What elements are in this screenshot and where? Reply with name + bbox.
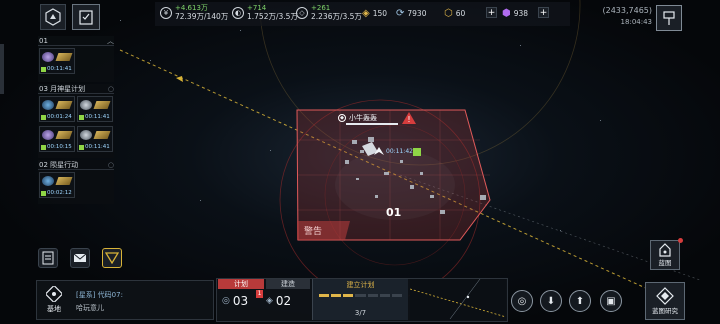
energy-icon: ⟳ — [396, 8, 405, 19]
ore-icon — [93, 131, 111, 139]
folder-icon: ▣ — [606, 295, 616, 307]
planet-icon — [42, 100, 54, 110]
task-slot[interactable]: 00:02:12 — [39, 172, 75, 198]
planet-icon — [80, 130, 92, 140]
zone-id[interactable]: 01 — [386, 206, 401, 219]
alliance-button[interactable] — [102, 248, 122, 268]
plan-badge: 1 — [256, 290, 263, 298]
gold-resource[interactable]: ⬡ 60 — [444, 8, 465, 19]
mail-log-button[interactable] — [38, 248, 58, 268]
bookmark-button[interactable] — [656, 5, 682, 31]
task-slot[interactable]: 00:11:41 — [77, 96, 113, 122]
ore-icon — [55, 131, 73, 139]
tasks-button[interactable] — [72, 4, 100, 30]
research-emblem-icon — [656, 287, 674, 305]
svg-text:!: ! — [407, 115, 410, 124]
fuel-resource[interactable]: ◈ 150 — [362, 8, 387, 19]
hexagon-icon — [45, 8, 61, 26]
fleet-label[interactable]: ◆ 小牛轰轰 — [338, 113, 377, 123]
chat-channel[interactable]: [星系] 代码07: — [76, 290, 123, 300]
radar-icon: ◎ — [517, 295, 527, 307]
task-section-02[interactable]: 02 陨星行动 ○ 00:02:12 — [38, 160, 114, 204]
fleet-status-icon — [413, 148, 421, 156]
premium-gem-icon: ⬢ — [502, 8, 511, 19]
arrow-down-icon: ⬇ — [546, 295, 556, 307]
base-icon — [46, 286, 62, 302]
scan-button[interactable]: ◎ — [511, 290, 533, 312]
create-plan-panel[interactable]: 建立计划 3/7 — [312, 279, 408, 320]
fuel-icon: ◈ — [362, 8, 370, 19]
base-button[interactable]: 基地 — [38, 282, 70, 318]
storage-button[interactable]: ▣ — [600, 290, 622, 312]
envelope-icon — [73, 253, 87, 262]
ore-icon — [55, 53, 73, 61]
collapse-icon[interactable]: ︿ — [107, 36, 114, 45]
task-slot[interactable]: 00:11:41 — [77, 126, 113, 152]
signpost-icon — [663, 11, 675, 25]
task-slot[interactable]: 00:11:41 — [39, 48, 75, 74]
task-slot[interactable]: 00:01:24 — [39, 96, 75, 122]
chat-message[interactable]: 哈玩意儿 — [76, 303, 104, 313]
planet-icon — [42, 176, 54, 186]
planet-icon — [42, 130, 54, 140]
credits-icon: ¥ — [160, 6, 172, 19]
document-icon — [42, 251, 54, 265]
plan-count[interactable]: ◎ 03 — [222, 294, 248, 308]
clock: 18:04:43 — [620, 18, 652, 26]
gold-icon: ⬡ — [444, 8, 453, 19]
plan-icon: ◎ — [222, 296, 230, 306]
task-section-03[interactable]: 03 月神星计划 ○ 00:01:24 00:11:41 00:10:15 00:… — [38, 84, 114, 158]
ore-icon — [55, 177, 73, 185]
blueprint-research-button[interactable]: 蓝图研究 — [645, 282, 685, 320]
minimap[interactable] — [410, 279, 506, 320]
plan-progress-bar — [319, 294, 402, 297]
credits-resource[interactable]: ¥ +4.613万 72.39万/140万 — [160, 4, 228, 21]
task-section-01[interactable]: 01 ︿ 00:11:41 — [38, 36, 114, 82]
triangle-emblem-icon — [105, 252, 119, 264]
blueprint-button[interactable]: 蓝图 — [650, 240, 680, 270]
crystal-icon: ◇ — [296, 6, 308, 19]
target-icon: ◆ — [338, 114, 346, 122]
fleet-health-bar — [346, 123, 398, 125]
coordinates: (2433,7465) — [602, 6, 652, 15]
download-button[interactable]: ⬇ — [540, 290, 562, 312]
galaxy-menu-button[interactable] — [40, 4, 66, 30]
build-count[interactable]: ◈ 02 — [266, 294, 291, 308]
task-slot[interactable]: 00:10:15 — [39, 126, 75, 152]
ore-icon — [55, 101, 73, 109]
fleet-icon: ⬆ — [575, 295, 585, 307]
blueprint-alert-dot — [678, 238, 683, 243]
ore-icon — [93, 101, 111, 109]
fleet-arrow-icon — [374, 147, 384, 155]
warning-icon[interactable]: ! — [402, 112, 416, 124]
mail-button[interactable] — [70, 248, 90, 268]
energy-resource[interactable]: ⟳ 7930 — [396, 8, 426, 19]
premium-resource[interactable]: ⬢ 938 — [502, 8, 528, 19]
blueprint-icon — [659, 243, 671, 257]
metal-icon: ◐ — [232, 6, 244, 19]
planet-icon — [80, 100, 92, 110]
fleet-button[interactable]: ⬆ — [569, 290, 591, 312]
metal-resource[interactable]: ◐ +714 1.752万/3.5万 — [232, 4, 298, 21]
crystal-resource[interactable]: ◇ +261 2.236万/3.5万 — [296, 4, 362, 21]
zone-warning-label: 警告 — [304, 227, 323, 237]
checklist-icon — [79, 10, 93, 25]
add-premium-button[interactable]: + — [538, 7, 549, 18]
panel-edge — [0, 44, 4, 94]
add-gold-button[interactable]: + — [486, 7, 497, 18]
planet-icon — [42, 52, 54, 62]
own-fleet[interactable]: 00:11:42 — [374, 147, 413, 155]
build-icon: ◈ — [266, 296, 273, 306]
tab-build[interactable]: 建造 — [266, 279, 310, 289]
tab-plan[interactable]: 计划 — [218, 279, 264, 289]
